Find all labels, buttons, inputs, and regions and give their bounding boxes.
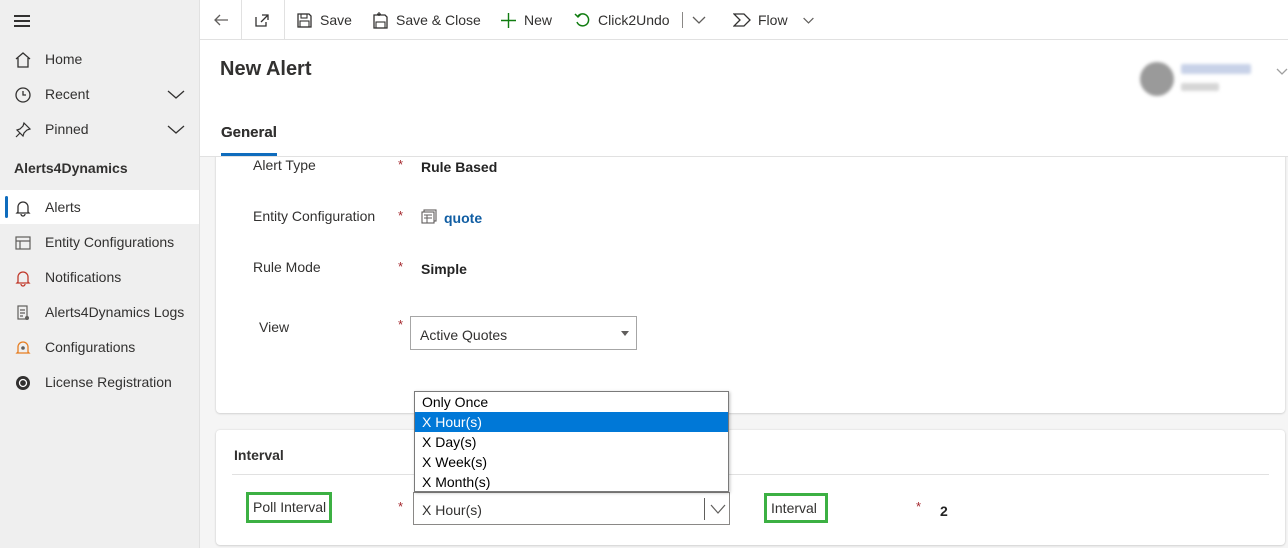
tab-general[interactable]: General [221, 124, 277, 141]
required-marker: * [398, 499, 404, 514]
license-icon [16, 376, 30, 390]
chevron-down-icon [802, 17, 814, 24]
back-button[interactable] [212, 0, 230, 40]
toolbar-divider [682, 12, 683, 28]
view-label: View [259, 319, 290, 335]
pin-icon [15, 121, 32, 138]
header-spacer [200, 140, 1288, 156]
owner-name-redacted [1181, 64, 1251, 74]
sidebar-item-label: Pinned [45, 121, 89, 137]
required-marker: * [916, 499, 922, 514]
option-x-hours[interactable]: X Hour(s) [415, 412, 728, 432]
entity-configuration-link[interactable]: quote [444, 210, 482, 226]
bell-icon [15, 201, 31, 217]
alert-type-value[interactable]: Rule Based [421, 159, 497, 175]
sidebar: Home Recent Pinned Alerts4Dynamics Alert… [0, 0, 200, 548]
chevron-down-icon[interactable] [166, 87, 186, 101]
open-new-window-icon [255, 14, 269, 27]
poll-interval-select-value: X Hour(s) [422, 502, 482, 518]
sidebar-item-recent[interactable]: Recent [0, 77, 199, 111]
arrow-left-icon [214, 14, 228, 26]
open-new-window-button[interactable] [253, 0, 271, 40]
sidebar-item-label: Configurations [45, 339, 136, 355]
entity-record-icon [421, 209, 437, 224]
command-bar: Save Save & Close New Click2Undo Flow [200, 0, 1288, 40]
owner-role-redacted [1181, 83, 1219, 91]
toolbar-divider [284, 0, 285, 40]
bell-icon [15, 271, 31, 287]
entity-configuration-label: Entity Configuration [253, 208, 376, 224]
poll-interval-options: Only Once X Hour(s) X Day(s) X Week(s) X… [414, 391, 729, 492]
chevron-down-icon[interactable] [166, 122, 186, 136]
flow-button[interactable]: Flow [733, 0, 815, 40]
select-divider [704, 498, 705, 520]
log-icon [17, 305, 29, 320]
poll-interval-label-highlight: Poll Interval [246, 492, 332, 523]
required-marker: * [398, 208, 404, 223]
new-button[interactable]: New [500, 0, 552, 40]
required-marker: * [398, 157, 404, 172]
sidebar-item-logs[interactable]: Alerts4Dynamics Logs [0, 295, 199, 329]
app-title: Alerts4Dynamics [14, 160, 128, 176]
sidebar-item-label: Notifications [45, 269, 122, 285]
sidebar-item-entity-configurations[interactable]: Entity Configurations [0, 225, 199, 259]
caret-down-icon [621, 331, 629, 336]
chevron-down-icon [692, 16, 706, 24]
more-commands-dropdown[interactable] [691, 0, 707, 40]
sidebar-item-notifications[interactable]: Notifications [0, 260, 199, 294]
toolbar-divider [241, 0, 242, 40]
sidebar-item-label: License Registration [45, 374, 172, 390]
config-icon [15, 341, 31, 354]
rule-mode-label: Rule Mode [253, 259, 321, 275]
clock-icon [15, 87, 31, 103]
option-x-weeks[interactable]: X Week(s) [415, 452, 728, 472]
sidebar-item-label: Home [45, 51, 83, 67]
interval-value[interactable]: 2 [940, 503, 948, 519]
interval-section-title: Interval [234, 447, 284, 463]
poll-interval-label: Poll Interval [253, 499, 327, 515]
click2undo-button[interactable]: Click2Undo [574, 0, 670, 40]
interval-label-highlight: Interval [764, 493, 828, 523]
required-marker: * [398, 317, 404, 332]
poll-interval-select[interactable]: X Hour(s) [413, 492, 730, 525]
save-button[interactable]: Save [296, 0, 352, 40]
chevron-down-icon[interactable] [1276, 66, 1288, 76]
save-close-icon [373, 11, 388, 29]
required-marker: * [398, 259, 404, 274]
hamburger-menu-icon[interactable] [13, 11, 31, 29]
home-icon [15, 52, 31, 68]
sidebar-item-home[interactable]: Home [0, 42, 199, 76]
rule-mode-value[interactable]: Simple [421, 261, 467, 277]
header-divider [200, 156, 1288, 157]
plus-icon [501, 12, 516, 28]
view-select-value: Active Quotes [420, 327, 508, 343]
undo-icon [574, 12, 590, 27]
sidebar-item-pinned[interactable]: Pinned [0, 112, 199, 146]
sidebar-item-label: Entity Configurations [45, 234, 175, 250]
chevron-down-icon [710, 504, 726, 514]
page-title: New Alert [220, 58, 312, 80]
sidebar-item-alerts[interactable]: Alerts [0, 190, 199, 224]
avatar [1140, 62, 1174, 96]
option-x-months[interactable]: X Month(s) [415, 472, 728, 492]
section-divider [232, 474, 1269, 475]
option-x-days[interactable]: X Day(s) [415, 432, 728, 452]
interval-card [216, 430, 1285, 545]
save-icon [297, 12, 312, 28]
general-card [216, 150, 1285, 413]
flow-icon [733, 13, 751, 27]
entity-icon [15, 236, 31, 250]
view-select[interactable]: Active Quotes [410, 316, 637, 350]
sidebar-item-configurations[interactable]: Configurations [0, 330, 199, 364]
option-only-once[interactable]: Only Once [415, 392, 728, 412]
alert-type-label: Alert Type [253, 157, 316, 173]
sidebar-item-label: Alerts [45, 199, 81, 215]
sidebar-item-license-registration[interactable]: License Registration [0, 365, 199, 399]
save-and-close-button[interactable]: Save & Close [372, 0, 481, 40]
sidebar-item-label: Alerts4Dynamics Logs [45, 304, 185, 320]
interval-label: Interval [771, 500, 817, 516]
sidebar-item-label: Recent [45, 86, 90, 102]
